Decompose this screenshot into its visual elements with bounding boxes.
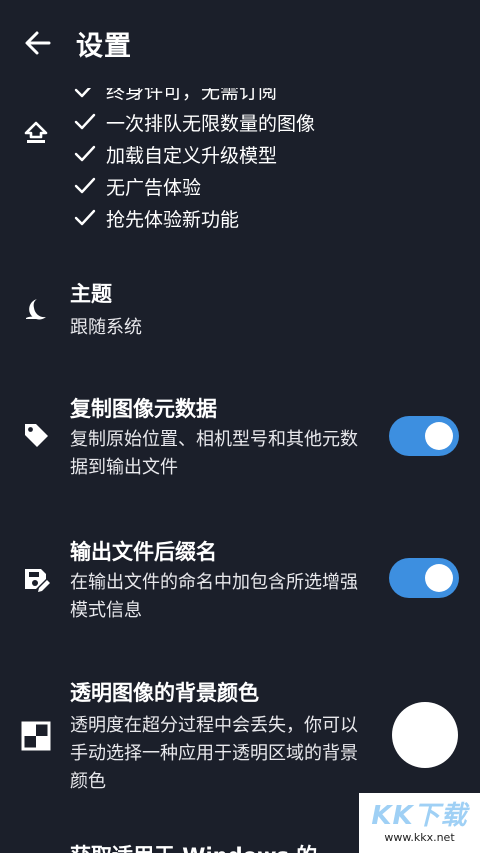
page-title: 设置	[76, 31, 132, 62]
setting-desc: 透明度在超分过程中会丢失，你可以手动选择一种应用于透明区域的背景颜色	[70, 715, 358, 792]
feature-label: 无广告体验	[106, 176, 202, 199]
feature-item: 加载自定义升级模型	[72, 138, 432, 170]
watermark-logo: KK下载	[371, 801, 468, 831]
check-icon	[74, 177, 96, 194]
output-suffix-toggle[interactable]	[389, 558, 459, 598]
check-icon	[74, 113, 96, 130]
setting-transparent-bg[interactable]: 透明图像的背景颜色 透明度在超分过程中会丢失，你可以手动选择一种应用于透明区域的…	[0, 672, 480, 802]
setting-title: 主题	[70, 282, 112, 306]
setting-desc: 复制原始位置、相机型号和其他元数据到输出文件	[70, 429, 358, 478]
toggle-knob	[425, 422, 453, 450]
upload-icon	[18, 115, 54, 151]
copy-metadata-toggle[interactable]	[389, 416, 459, 456]
setting-title: 获取适用于 Windows 的	[70, 840, 317, 853]
setting-copy-metadata[interactable]: 复制图像元数据 复制原始位置、相机型号和其他元数据到输出文件	[0, 385, 480, 495]
tag-icon	[18, 417, 54, 453]
app-bar: 设置	[0, 0, 480, 88]
arrow-left-icon	[25, 31, 51, 55]
check-icon	[74, 209, 96, 226]
transparency-icon	[18, 718, 54, 754]
watermark-url: www.kkx.net	[384, 831, 455, 844]
back-button[interactable]	[18, 26, 58, 62]
setting-value: 跟随系统	[70, 317, 142, 338]
feature-item: 抢先体验新功能	[72, 202, 432, 234]
feature-label: 加载自定义升级模型	[106, 144, 278, 167]
setting-title: 复制图像元数据	[70, 397, 217, 421]
check-icon	[74, 145, 96, 162]
setting-title: 输出文件后缀名	[70, 540, 217, 564]
feature-label: 一次排队无限数量的图像	[106, 112, 316, 135]
feature-item: 无广告体验	[72, 170, 432, 202]
background-color-swatch[interactable]	[392, 702, 458, 768]
setting-theme[interactable]: 主题 跟随系统	[0, 270, 480, 350]
setting-output-suffix[interactable]: 输出文件后缀名 在输出文件的命名中加包含所选增强模式信息	[0, 528, 480, 638]
setting-title: 透明图像的背景颜色	[70, 681, 259, 705]
setting-desc: 在输出文件的命名中加包含所选增强模式信息	[70, 572, 358, 621]
premium-feature-list: 终身许可，无需订阅 一次排队无限数量的图像 加载自定义升级模型 无广告体验 抢先…	[72, 74, 432, 234]
feature-item: 一次排队无限数量的图像	[72, 106, 432, 138]
settings-list[interactable]: 终身许可，无需订阅 一次排队无限数量的图像 加载自定义升级模型 无广告体验 抢先…	[0, 0, 480, 853]
watermark: KK下载 www.kkx.net	[359, 793, 480, 853]
feature-label: 抢先体验新功能	[106, 208, 240, 231]
toggle-knob	[425, 564, 453, 592]
save-edit-icon	[18, 562, 54, 598]
moon-icon	[18, 292, 54, 328]
